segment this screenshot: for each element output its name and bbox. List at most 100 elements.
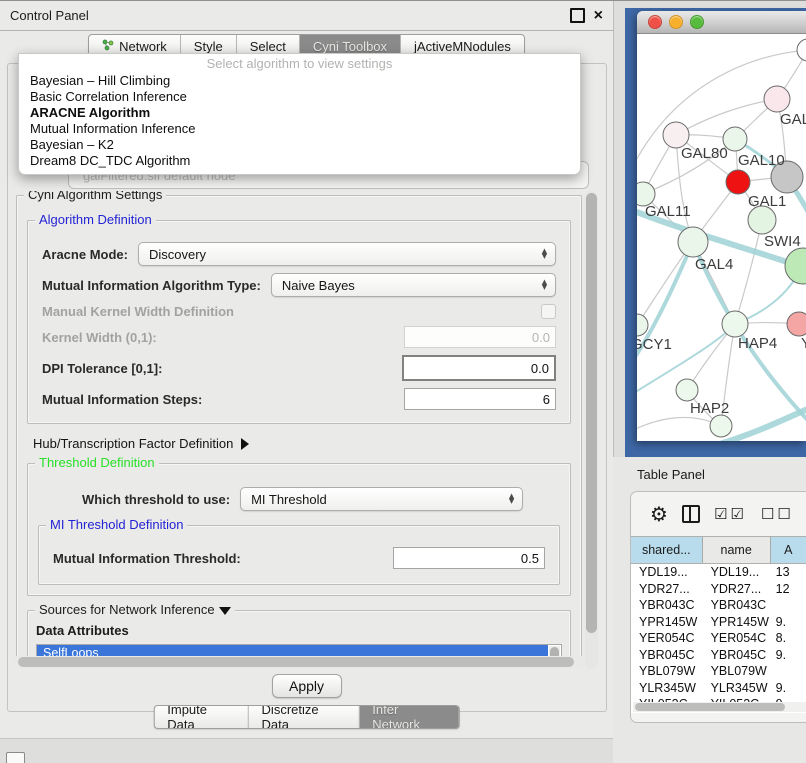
table-row[interactable]: YLR345WYLR345W9.	[631, 680, 806, 697]
table-row[interactable]: YPR145WYPR145W9.	[631, 614, 806, 631]
column-header-shared-name[interactable]: shared...	[631, 537, 703, 563]
manual-kernel-label: Manual Kernel Width Definition	[42, 304, 234, 319]
node-label: SWI4	[764, 233, 801, 250]
app-root: Control Panel ×	[0, 0, 806, 763]
table-cell: YDR27...	[631, 581, 703, 598]
node-label: Y	[801, 335, 806, 352]
node-label: HAP2	[690, 400, 729, 417]
dropdown-item-highlighted[interactable]: ARACNE Algorithm	[19, 105, 580, 121]
table-row[interactable]: YBR045CYBR045C9.	[631, 647, 806, 664]
node-label: GAL80	[681, 145, 728, 162]
which-threshold-select[interactable]: MI Threshold ▲▼	[240, 487, 523, 511]
node-label: HAP4	[738, 335, 777, 352]
mi-steps-label: Mutual Information Steps:	[42, 392, 202, 407]
network-node[interactable]	[678, 227, 708, 257]
algorithm-definition-group: Algorithm Definition Aracne Mode: Discov…	[27, 220, 571, 424]
horizontal-scrollbar[interactable]	[14, 656, 584, 669]
table-browser: ⚙ ☑☑ ☐☐ shared... name A YDL19...YDL19..…	[630, 491, 806, 723]
table-panel-title: Table Panel	[637, 467, 705, 482]
table-row[interactable]: YDR27...YDR27...12	[631, 581, 806, 598]
table-cell: YDL19...	[631, 564, 703, 581]
tab-infer-network[interactable]: Infer Network	[359, 706, 458, 728]
network-node[interactable]	[748, 206, 776, 234]
vertical-scrollbar[interactable]	[585, 191, 598, 669]
network-node[interactable]	[710, 415, 732, 437]
mi-threshold-label: Mutual Information Threshold:	[53, 551, 241, 566]
network-node[interactable]	[797, 39, 806, 61]
table-horizontal-scrollbar[interactable]	[633, 702, 806, 712]
zoom-traffic-light-icon[interactable]	[690, 15, 704, 29]
stepper-arrows-icon: ▲▼	[504, 494, 519, 504]
collapse-arrow-icon	[219, 607, 231, 615]
table-cell: YBR043C	[703, 597, 771, 614]
dropdown-item[interactable]: Basic Correlation Inference	[19, 89, 580, 105]
apply-button[interactable]: Apply	[272, 674, 342, 698]
settings-gear-icon[interactable]: ⚙	[650, 502, 668, 526]
table-row[interactable]: YBR043CYBR043C	[631, 597, 806, 614]
close-traffic-light-icon[interactable]	[648, 15, 662, 29]
hide-columns-icon[interactable]: ☐☐	[761, 505, 794, 523]
cyni-algorithm-settings-group: Cyni Algorithm Settings Algorithm Defini…	[16, 195, 582, 669]
network-icon	[102, 39, 114, 54]
node-label: GAL11	[645, 203, 691, 220]
group-title: Threshold Definition	[35, 455, 159, 470]
network-canvas[interactable]: GALGAL80GAL10GAL1GAL11SWI4GAL4GCY1HAP4YH…	[637, 34, 806, 441]
table-cell: YER054C	[631, 630, 703, 647]
network-node[interactable]	[637, 314, 648, 336]
group-title: Cyni Algorithm Settings	[24, 191, 166, 202]
kernel-width-field: 0.0	[404, 326, 556, 348]
split-columns-icon[interactable]	[682, 505, 700, 523]
table-panel: Table Panel ⚙ ☑☑ ☐☐ shared... name A YDL…	[613, 457, 806, 763]
manual-kernel-checkbox[interactable]	[541, 304, 556, 319]
mi-steps-field[interactable]: 6	[404, 388, 556, 410]
float-window-icon[interactable]	[570, 8, 585, 23]
network-edge[interactable]	[637, 417, 721, 432]
dropdown-item[interactable]: Bayesian – K2	[19, 137, 580, 153]
table-cell: 12	[771, 581, 806, 598]
table-cell: YPR145W	[703, 614, 771, 631]
network-node[interactable]	[785, 248, 806, 284]
network-node[interactable]	[764, 86, 790, 112]
expand-arrow-icon	[241, 438, 249, 450]
table-cell: YBL079W	[703, 663, 771, 680]
dropdown-item[interactable]: Bayesian – Hill Climbing	[19, 73, 580, 89]
control-panel-titlebar: Control Panel ×	[0, 1, 613, 31]
mi-type-label: Mutual Information Algorithm Type:	[42, 278, 261, 293]
network-node[interactable]	[787, 312, 806, 336]
network-edge[interactable]	[735, 220, 762, 324]
table-cell: 9.	[771, 647, 806, 664]
table-cell: YDR27...	[703, 581, 771, 598]
node-label: GAL4	[695, 256, 733, 273]
network-node[interactable]	[726, 170, 750, 194]
tab-discretize-data[interactable]: Discretize Data	[249, 706, 360, 728]
table-row[interactable]: YDL19...YDL19...13	[631, 564, 806, 581]
network-node[interactable]	[722, 311, 748, 337]
hub-definition-toggle[interactable]: Hub/Transcription Factor Definition	[33, 436, 565, 451]
mi-threshold-field[interactable]: 0.5	[393, 547, 545, 569]
mi-type-select[interactable]: Naive Bayes ▲▼	[271, 273, 556, 297]
dropdown-item[interactable]: Mutual Information Inference	[19, 121, 580, 137]
network-desktop: GALGAL80GAL10GAL1GAL11SWI4GAL4GCY1HAP4YH…	[625, 8, 806, 457]
network-node[interactable]	[676, 379, 698, 401]
dpi-tolerance-field[interactable]: 0.0	[402, 355, 556, 381]
close-icon[interactable]: ×	[594, 10, 603, 21]
data-attributes-label: Data Attributes	[36, 623, 562, 638]
dropdown-item[interactable]: Dream8 DC_TDC Algorithm	[19, 153, 580, 169]
network-window-titlebar[interactable]	[637, 11, 806, 34]
minimize-traffic-light-icon[interactable]	[669, 15, 683, 29]
table-row[interactable]: YER054CYER054C8.	[631, 630, 806, 647]
table-cell: YBR043C	[631, 597, 703, 614]
table-cell: YLR345W	[703, 680, 771, 697]
table-panel-mini-icon[interactable]	[6, 752, 25, 763]
column-header-name[interactable]: name	[703, 537, 771, 563]
node-label: GAL10	[738, 152, 785, 169]
column-header-partial[interactable]: A	[771, 537, 806, 563]
network-edge[interactable]	[676, 99, 777, 135]
show-columns-icon[interactable]: ☑☑	[714, 505, 747, 523]
table-row[interactable]: YBL079WYBL079W	[631, 663, 806, 680]
node-label: GAL1	[748, 193, 786, 210]
aracne-mode-select[interactable]: Discovery ▲▼	[138, 242, 556, 266]
table-cell: YER054C	[703, 630, 771, 647]
tab-impute-data[interactable]: Impute Data	[154, 706, 248, 728]
bottom-tab-bar: Impute Data Discretize Data Infer Networ…	[153, 705, 460, 729]
